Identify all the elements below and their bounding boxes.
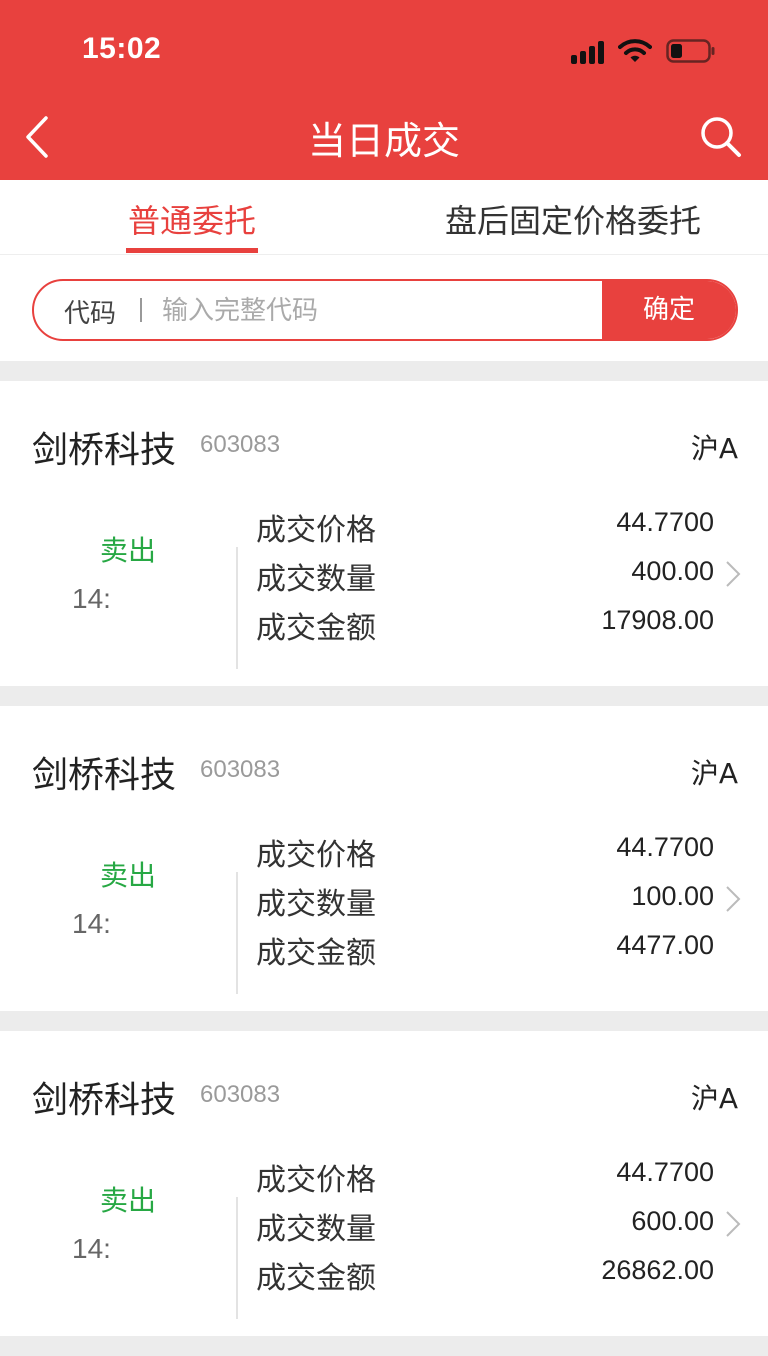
price-label: 成交价格 xyxy=(256,838,376,873)
trade-direction: 卖出 xyxy=(100,859,157,892)
status-time: 15:02 xyxy=(82,32,162,65)
market-label: 沪A xyxy=(690,757,738,790)
code-input[interactable] xyxy=(160,289,604,333)
divider xyxy=(236,872,238,994)
tab-normal-order[interactable]: 普通委托 xyxy=(128,196,256,242)
chevron-right-icon[interactable] xyxy=(722,1209,744,1239)
tab-after-hours-fixed-price[interactable]: 盘后固定价格委托 xyxy=(445,196,701,242)
quantity-value: 400.00 xyxy=(631,556,714,586)
stock-name: 剑桥科技 xyxy=(32,755,177,796)
confirm-button[interactable]: 确定 xyxy=(602,281,736,339)
trade-card[interactable]: 剑桥科技 603083 沪A 卖出 14: 成交价格 44.7700 成交数量 … xyxy=(0,1031,768,1336)
stock-code: 603083 xyxy=(200,756,281,783)
active-tab-indicator xyxy=(126,248,258,253)
price-row: 成交价格 44.7700 xyxy=(256,830,714,873)
search-icon[interactable] xyxy=(698,114,744,160)
amount-value: 17908.00 xyxy=(601,605,714,635)
cellular-signal-icon xyxy=(571,38,604,64)
amount-row: 成交金额 17908.00 xyxy=(256,603,714,646)
price-value: 44.7700 xyxy=(616,507,714,537)
price-value: 44.7700 xyxy=(616,832,714,862)
code-label: 代码 xyxy=(64,299,117,329)
search-divider xyxy=(140,298,142,322)
quantity-row: 成交数量 100.00 xyxy=(256,879,714,922)
quantity-row: 成交数量 600.00 xyxy=(256,1204,714,1247)
stock-code: 603083 xyxy=(200,1081,281,1108)
wifi-icon xyxy=(618,39,652,62)
amount-row: 成交金额 26862.00 xyxy=(256,1253,714,1296)
trade-time: 14: xyxy=(72,908,111,939)
market-label: 沪A xyxy=(690,1082,738,1115)
page-title: 当日成交 xyxy=(307,119,460,163)
top-header: 15:02 当日成交 xyxy=(0,0,768,180)
amount-row: 成交金额 4477.00 xyxy=(256,928,714,971)
search-box: 代码 确定 xyxy=(32,279,738,341)
stock-code: 603083 xyxy=(200,431,281,458)
amount-value: 26862.00 xyxy=(601,1255,714,1285)
amount-label: 成交金额 xyxy=(256,1261,376,1296)
quantity-label: 成交数量 xyxy=(256,1212,376,1247)
trade-card[interactable]: 剑桥科技 603083 沪A 卖出 14: 成交价格 44.7700 成交数量 … xyxy=(0,706,768,1011)
divider xyxy=(236,547,238,669)
status-icons xyxy=(571,36,716,66)
market-label: 沪A xyxy=(690,432,738,465)
price-label: 成交价格 xyxy=(256,513,376,548)
chevron-right-icon[interactable] xyxy=(722,884,744,914)
amount-value: 4477.00 xyxy=(616,930,714,960)
tab-bar: 普通委托 盘后固定价格委托 xyxy=(0,180,768,255)
price-value: 44.7700 xyxy=(616,1157,714,1187)
price-label: 成交价格 xyxy=(256,1163,376,1198)
quantity-row: 成交数量 400.00 xyxy=(256,554,714,597)
stock-name: 剑桥科技 xyxy=(32,430,177,471)
search-area: 代码 确定 xyxy=(0,255,768,361)
chevron-right-icon[interactable] xyxy=(722,559,744,589)
trade-time: 14: xyxy=(72,1233,111,1264)
trade-card[interactable]: 剑桥科技 603083 沪A 卖出 14: 成交价格 44.7700 成交数量 … xyxy=(0,381,768,686)
battery-icon xyxy=(666,39,715,63)
trade-direction: 卖出 xyxy=(100,534,157,567)
price-row: 成交价格 44.7700 xyxy=(256,1155,714,1198)
divider xyxy=(236,1197,238,1319)
trade-time: 14: xyxy=(72,583,111,614)
stock-name: 剑桥科技 xyxy=(32,1080,177,1121)
amount-label: 成交金额 xyxy=(256,936,376,971)
amount-label: 成交金额 xyxy=(256,611,376,646)
quantity-value: 600.00 xyxy=(631,1206,714,1236)
price-row: 成交价格 44.7700 xyxy=(256,505,714,548)
quantity-value: 100.00 xyxy=(631,881,714,911)
quantity-label: 成交数量 xyxy=(256,887,376,922)
trade-direction: 卖出 xyxy=(100,1184,157,1217)
quantity-label: 成交数量 xyxy=(256,562,376,597)
